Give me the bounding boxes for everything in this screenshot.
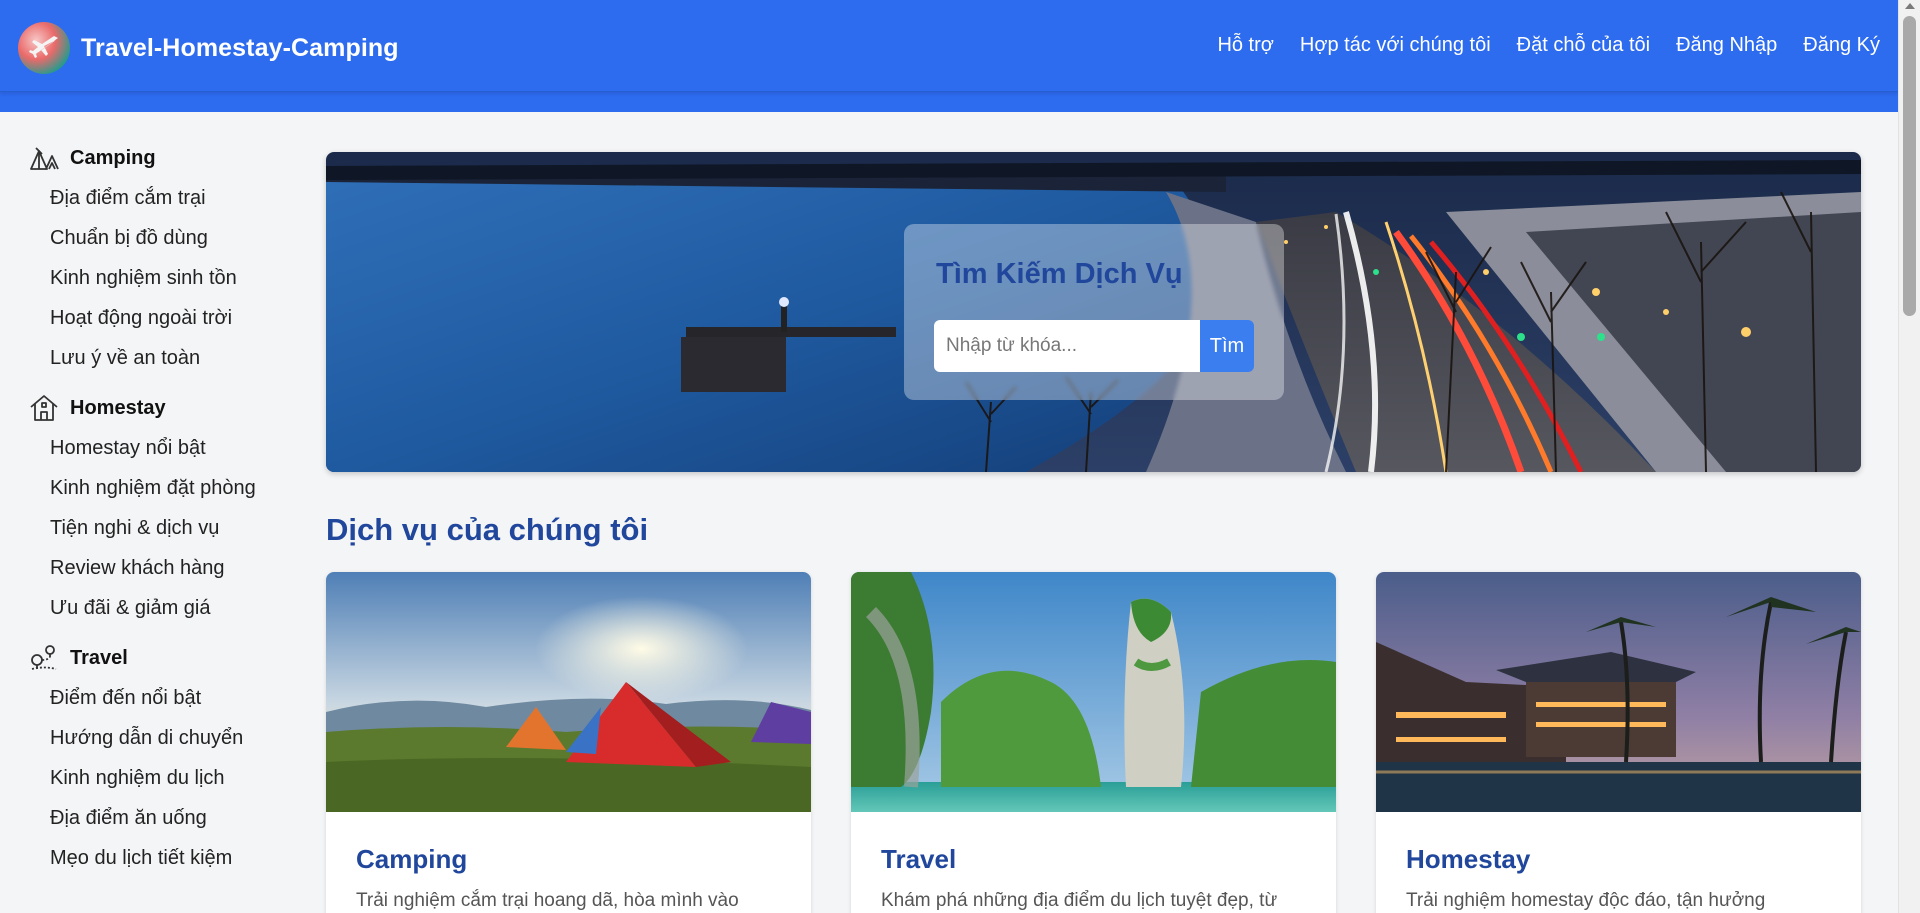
brand[interactable]: Travel-Homestay-Camping [18, 22, 399, 74]
top-nav: Hỗ trợ Hợp tác với chúng tôi Đặt chỗ của… [1217, 34, 1880, 57]
top-header: Travel-Homestay-Camping Hỗ trợ Hợp tác v… [0, 0, 1898, 112]
sidebar-item-gear-prep[interactable]: Chuẩn bị đồ dùng [28, 218, 278, 258]
page-scrollbar[interactable] [1898, 0, 1920, 913]
search-input[interactable] [934, 320, 1200, 372]
sidebar-section-homestay: Homestay Homestay nổi bật Kinh nghiệm đặ… [28, 388, 278, 628]
sidebar-item-safety-notes[interactable]: Lưu ý về an toàn [28, 338, 278, 378]
resort-homestay-image [1376, 572, 1861, 812]
nav-register[interactable]: Đăng Ký [1803, 34, 1880, 57]
sidebar-item-survival-tips[interactable]: Kinh nghiệm sinh tồn [28, 258, 278, 298]
sidebar-section-camping: Camping Địa điểm cắm trại Chuẩn bị đồ dù… [28, 138, 278, 378]
services-heading: Dịch vụ của chúng tôi [326, 512, 649, 547]
plane-globe-logo-icon [18, 22, 70, 74]
sidebar-item-booking-tips[interactable]: Kinh nghiệm đặt phòng [28, 468, 278, 508]
scrollbar-thumb[interactable] [1903, 16, 1916, 316]
ha-long-bay-image [851, 572, 1336, 812]
map-pin-icon [28, 642, 60, 674]
sidebar-item-outdoor-activities[interactable]: Hoạt động ngoài trời [28, 298, 278, 338]
sidebar-heading-camping[interactable]: Camping [28, 138, 278, 178]
scroll-up-arrow-icon[interactable] [1905, 3, 1915, 9]
brand-name: Travel-Homestay-Camping [81, 33, 399, 62]
card-description: Trải nghiệm cắm trại hoang dã, hòa mình … [356, 890, 739, 911]
nav-partner[interactable]: Hợp tác với chúng tôi [1300, 34, 1491, 57]
card-title: Travel [881, 844, 957, 874]
sidebar-item-amenities[interactable]: Tiện nghi & dịch vụ [28, 508, 278, 548]
nav-my-bookings[interactable]: Đặt chỗ của tôi [1517, 34, 1650, 57]
sidebar-item-deals[interactable]: Ưu đãi & giảm giá [28, 588, 278, 628]
camping-tent-image [326, 572, 811, 812]
service-card-travel[interactable]: Travel Khám phá những địa điểm du lịch t… [851, 572, 1336, 913]
sidebar-item-reviews[interactable]: Review khách hàng [28, 548, 278, 588]
sidebar-title-travel: Travel [70, 646, 128, 669]
card-description: Khám phá những địa điểm du lịch tuyệt đẹ… [881, 890, 1278, 911]
sidebar-item-travel-tips[interactable]: Kinh nghiệm du lịch [28, 758, 278, 798]
sidebar-title-camping: Camping [70, 146, 156, 169]
header-bar: Travel-Homestay-Camping Hỗ trợ Hợp tác v… [0, 0, 1898, 92]
card-title: Camping [356, 844, 468, 874]
sidebar: Camping Địa điểm cắm trại Chuẩn bị đồ dù… [28, 138, 278, 888]
sidebar-heading-travel[interactable]: Travel [28, 638, 278, 678]
service-card-camping[interactable]: Camping Trải nghiệm cắm trại hoang dã, h… [326, 572, 811, 913]
camping-icon [28, 142, 60, 174]
sidebar-item-transport-guide[interactable]: Hướng dẫn di chuyển [28, 718, 278, 758]
service-card-homestay[interactable]: Homestay Trải nghiệm homestay độc đáo, t… [1376, 572, 1861, 913]
house-icon [28, 392, 60, 424]
nav-login[interactable]: Đăng Nhập [1676, 34, 1777, 57]
sidebar-item-top-destinations[interactable]: Điểm đến nổi bật [28, 678, 278, 718]
search-panel: Tìm Kiếm Dịch Vụ Tìm [904, 224, 1284, 400]
card-title: Homestay [1406, 844, 1531, 874]
sidebar-heading-homestay[interactable]: Homestay [28, 388, 278, 428]
sidebar-title-homestay: Homestay [70, 396, 166, 419]
sidebar-item-featured-homestay[interactable]: Homestay nổi bật [28, 428, 278, 468]
sidebar-item-campsites[interactable]: Địa điểm cắm trại [28, 178, 278, 218]
hero-banner: Tìm Kiếm Dịch Vụ Tìm [326, 152, 1861, 472]
sidebar-section-travel: Travel Điểm đến nổi bật Hướng dẫn di chu… [28, 638, 278, 878]
sidebar-item-food-places[interactable]: Địa điểm ăn uống [28, 798, 278, 838]
nav-support[interactable]: Hỗ trợ [1217, 34, 1273, 57]
card-description: Trải nghiệm homestay độc đáo, tận hưởng [1406, 890, 1766, 911]
sidebar-item-budget-tips[interactable]: Mẹo du lịch tiết kiệm [28, 838, 278, 878]
search-button[interactable]: Tìm [1200, 320, 1254, 372]
search-title: Tìm Kiếm Dịch Vụ [936, 258, 1183, 290]
